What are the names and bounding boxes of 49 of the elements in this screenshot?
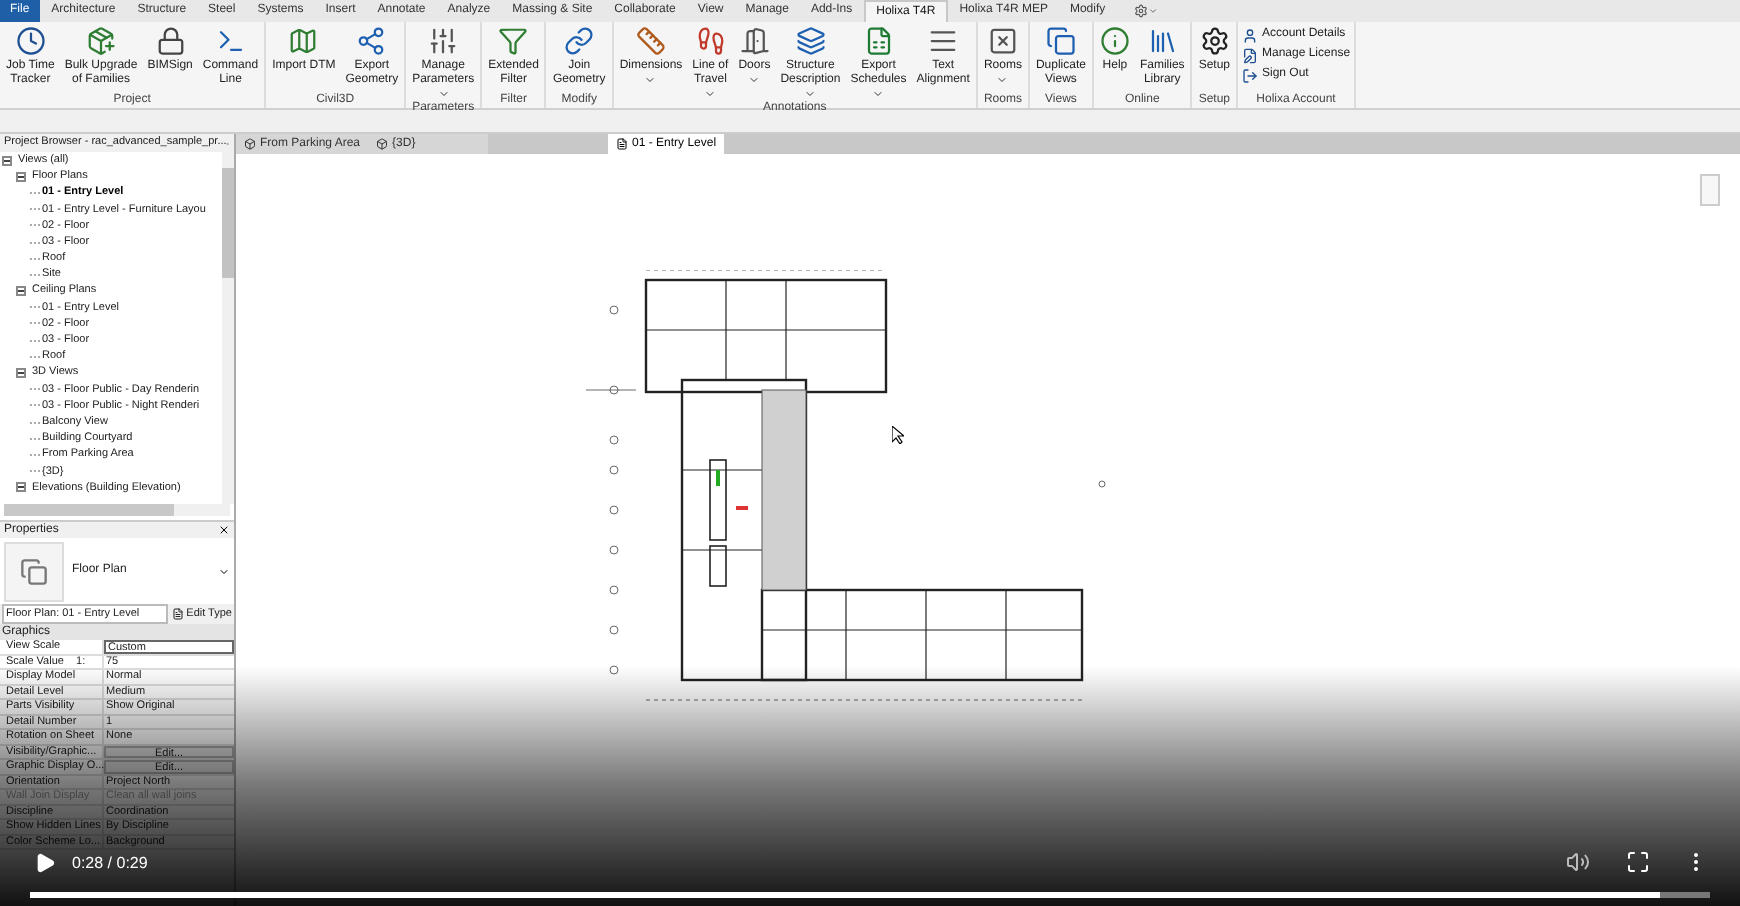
caret-icon — [437, 88, 450, 100]
info-icon — [1099, 26, 1130, 56]
document-icon — [172, 608, 185, 620]
caret-icon — [872, 88, 885, 100]
volume-button[interactable] — [1566, 850, 1590, 874]
caret-icon — [644, 74, 657, 86]
caret-icon[interactable] — [218, 565, 230, 577]
link-icon — [564, 26, 595, 56]
cursor-icon — [892, 426, 904, 444]
footprints-icon — [695, 26, 726, 56]
spreadsheet-icon — [863, 26, 894, 56]
caret-icon — [748, 74, 761, 86]
expand-toggle-icon[interactable] — [16, 286, 26, 297]
close-icon[interactable] — [218, 524, 230, 536]
terminal-icon — [215, 26, 246, 56]
caret-icon — [704, 88, 717, 100]
expand-toggle-icon[interactable] — [16, 368, 26, 379]
share-icon — [356, 26, 387, 56]
document-icon — [616, 138, 629, 150]
play-button[interactable] — [32, 848, 56, 876]
cube-icon — [244, 138, 256, 150]
expand-toggle-icon[interactable] — [2, 155, 12, 166]
copy-icon — [20, 557, 48, 585]
sign-out-icon — [1242, 67, 1258, 83]
lock-icon — [155, 26, 186, 56]
door-icon — [739, 26, 770, 56]
scrollbar[interactable] — [4, 504, 230, 516]
ruler-icon — [635, 26, 666, 56]
expand-toggle-icon[interactable] — [16, 171, 26, 182]
align-icon — [928, 26, 959, 56]
caret-icon — [804, 88, 817, 100]
package-icon — [86, 26, 117, 56]
map-icon — [288, 26, 319, 56]
fullscreen-button[interactable] — [1626, 850, 1650, 874]
settings-icon — [1199, 26, 1230, 56]
video-time: 0:28 / 0:29 — [72, 852, 148, 876]
cube-icon — [376, 138, 389, 150]
caret-icon — [996, 74, 1009, 86]
filter-icon — [498, 26, 529, 56]
copy-icon — [1045, 26, 1076, 56]
gear-icon[interactable] — [1133, 4, 1148, 18]
library-icon — [1147, 26, 1178, 56]
sliders-icon — [428, 26, 459, 56]
clock-icon — [15, 26, 46, 56]
layers-icon — [795, 26, 826, 56]
caret-icon[interactable] — [1147, 6, 1158, 16]
expand-toggle-icon[interactable] — [16, 482, 26, 493]
license-icon — [1242, 47, 1258, 63]
user-icon — [1242, 27, 1258, 43]
